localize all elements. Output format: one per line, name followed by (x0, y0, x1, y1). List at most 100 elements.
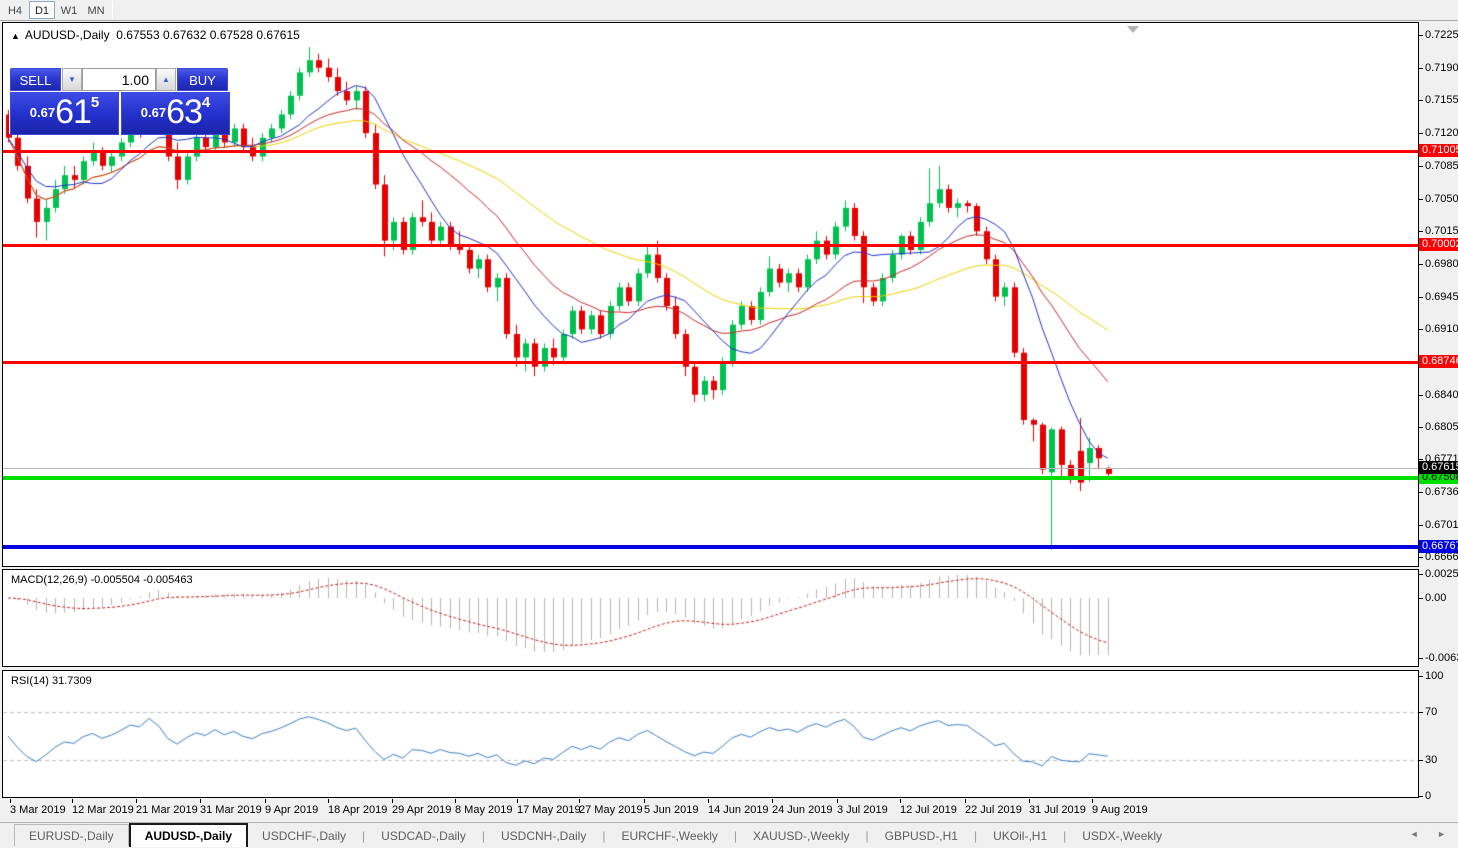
chart-tab-xauusd-weekly[interactable]: XAUUSD-,Weekly (739, 825, 863, 847)
tab-separator: | (973, 829, 978, 843)
axis-tick (1419, 264, 1423, 265)
date-label: 14 Jun 2019 (708, 804, 769, 816)
tab-scroll-arrows[interactable]: ◄ ► (1410, 829, 1454, 839)
macd-indicator-pane[interactable]: MACD(12,26,9) -0.005504 -0.005463 (2, 569, 1419, 667)
timeframe-button-mn[interactable]: MN (83, 1, 109, 19)
chart-tab-usdx-weekly[interactable]: USDX-,Weekly (1068, 825, 1176, 847)
axis-tick-label: 100 (1425, 670, 1444, 682)
one-click-top-row: SELL ▼ ▲ BUY (10, 68, 228, 91)
collapse-panel-icon[interactable]: ▲ (11, 31, 20, 41)
date-tick (10, 799, 11, 803)
timeframe-button-w1[interactable]: W1 (56, 1, 82, 19)
axis-tick-label: 30 (1425, 754, 1438, 766)
axis-tick-label: 0.67360 (1425, 486, 1458, 498)
date-tick (265, 799, 266, 803)
date-label: 12 Mar 2019 (72, 804, 134, 816)
axis-tick-label: 0.68050 (1425, 421, 1458, 433)
axis-tick-label: 0.72250 (1425, 29, 1458, 41)
rsi-label: RSI(14) 31.7309 (11, 675, 92, 687)
chart-tab-eurchf-weekly[interactable]: EURCHF-,Weekly (607, 825, 731, 847)
date-tick (965, 799, 966, 803)
level-line-support-3[interactable] (3, 545, 1418, 549)
axis-tick (1419, 459, 1423, 460)
axis-tick-label: 0.70150 (1425, 225, 1458, 237)
date-label: 3 Mar 2019 (10, 804, 66, 816)
date-label: 9 Apr 2019 (265, 804, 319, 816)
axis-tick (1419, 100, 1423, 101)
chart-tab-ukoil-h1[interactable]: UKOil-,H1 (979, 825, 1061, 847)
date-label: 31 Mar 2019 (200, 804, 262, 816)
axis-tick (1419, 598, 1423, 599)
date-tick (708, 799, 709, 803)
axis-tick (1419, 557, 1423, 558)
axis-tick-label: 0.70500 (1425, 193, 1458, 205)
level-line-resistance-1[interactable] (3, 150, 1418, 153)
date-label: 22 Jul 2019 (965, 804, 1022, 816)
axis-tick-label: 0.71200 (1425, 127, 1458, 139)
axis-tick (1419, 68, 1423, 69)
level-price-tag-support-3: 0.66767 (1419, 540, 1458, 553)
buy-price-point: 4 (201, 94, 211, 111)
timeframe-toolbar: H4 D1 W1 MN (0, 0, 1458, 21)
date-tick (392, 799, 393, 803)
date-tick (328, 799, 329, 803)
rsi-indicator-pane[interactable]: RSI(14) 31.7309 (2, 670, 1419, 798)
one-click-trading-panel: SELL ▼ ▲ BUY 0.67615 0.67634 (9, 67, 230, 135)
date-tick (900, 799, 901, 803)
current-price-line (3, 468, 1418, 469)
date-tick (455, 799, 456, 803)
chart-tab-usdcad-daily[interactable]: USDCAD-,Daily (367, 825, 480, 847)
macd-canvas[interactable] (3, 570, 1418, 666)
date-label: 24 Jun 2019 (772, 804, 833, 816)
current-price-tag: 0.67615 (1419, 461, 1458, 474)
macd-label: MACD(12,26,9) -0.005504 -0.005463 (11, 574, 193, 586)
chart-symbol-period: AUDUSD-,Daily (24, 28, 110, 42)
chart-tab-audusd-daily[interactable]: AUDUSD-,Daily (128, 823, 249, 847)
axis-tick-label: 0 (1425, 790, 1432, 802)
price-chart-pane[interactable]: ▲ AUDUSD-,Daily 0.67553 0.67632 0.67528 0… (2, 22, 1419, 567)
date-tick (72, 799, 73, 803)
volume-input[interactable] (82, 68, 156, 91)
date-label: 3 Jul 2019 (837, 804, 888, 816)
chart-tab-usdchf-daily[interactable]: USDCHF-,Daily (248, 825, 360, 847)
chart-title: ▲ AUDUSD-,Daily 0.67553 0.67632 0.67528 0… (11, 28, 300, 42)
chart-tab-eurusd-daily[interactable]: EURUSD-,Daily (14, 824, 129, 846)
axis-tick-label: 0.00 (1425, 592, 1447, 604)
level-price-tag-support-1: 0.68746 (1419, 355, 1458, 368)
axis-tick (1419, 676, 1423, 677)
tab-separator: | (362, 829, 366, 843)
axis-tick-label: 0.67010 (1425, 519, 1458, 531)
date-label: 18 Apr 2019 (328, 804, 388, 816)
buy-price-button[interactable]: 0.67634 (121, 92, 230, 135)
axis-tick-label: 0.69100 (1425, 323, 1458, 335)
date-label: 9 Aug 2019 (1092, 804, 1148, 816)
rsi-canvas[interactable] (3, 671, 1418, 797)
buy-button[interactable]: BUY (177, 68, 228, 91)
level-price-tag-resistance-2: 0.70002 (1419, 238, 1458, 251)
axis-tick (1419, 427, 1423, 428)
timeframe-button-h4[interactable]: H4 (2, 1, 28, 19)
chart-tab-gbpusd-h1[interactable]: GBPUSD-,H1 (871, 825, 972, 847)
volume-decrease-button[interactable]: ▼ (62, 68, 82, 91)
tab-separator: | (481, 829, 485, 843)
level-line-support-1[interactable] (3, 361, 1418, 364)
axis-tick (1419, 658, 1423, 659)
tab-separator: | (1063, 829, 1067, 843)
price-axis[interactable]: 0.72250 0.71900 0.71550 0.71200 0.70850 0.705… (1419, 22, 1458, 802)
chart-ohlc-values: 0.67553 0.67632 0.67528 0.67615 (116, 28, 300, 42)
sell-price-button[interactable]: 0.67615 (10, 92, 119, 135)
volume-increase-button[interactable]: ▲ (156, 68, 176, 91)
date-axis[interactable]: 3 Mar 2019 12 Mar 2019 21 Mar 2019 31 Mar 2… (2, 799, 1419, 819)
level-line-support-2[interactable] (3, 476, 1418, 480)
chart-tab-usdcnh-daily[interactable]: USDCNH-,Daily (487, 825, 600, 847)
axis-tick (1419, 35, 1423, 36)
date-tick (579, 799, 580, 803)
sell-button[interactable]: SELL (10, 68, 61, 91)
chart-shift-icon[interactable] (1127, 26, 1139, 33)
axis-tick-label: 0.71550 (1425, 94, 1458, 106)
axis-tick (1419, 199, 1423, 200)
date-label: 12 Jul 2019 (900, 804, 957, 816)
timeframe-button-d1[interactable]: D1 (29, 1, 55, 19)
axis-tick (1419, 796, 1423, 797)
level-line-resistance-2[interactable] (3, 244, 1418, 247)
